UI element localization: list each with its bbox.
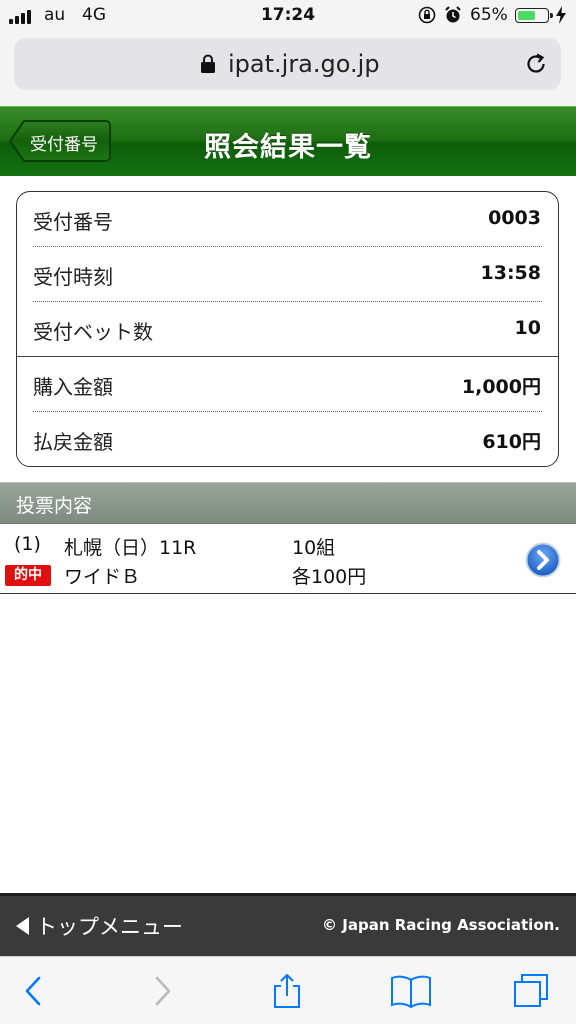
footer-bar: トップメニュー © Japan Racing Association.: [0, 893, 576, 956]
forward-icon[interactable]: [144, 973, 178, 1009]
url-text: ipat.jra.go.jp: [228, 50, 380, 78]
vote-combos: 10組: [292, 537, 336, 559]
bookmarks-icon[interactable]: [390, 973, 432, 1009]
section-title: 投票内容: [16, 495, 93, 517]
status-bar: au 4G 17:24 65%: [0, 0, 576, 32]
vote-list-item[interactable]: (1) 札幌（日）11R 10組 的中 ワイドＢ 各100円: [0, 524, 576, 594]
back-icon[interactable]: [18, 973, 52, 1009]
battery-icon: [515, 8, 553, 23]
summary-value: 610円: [482, 431, 541, 453]
summary-row-bet-count: 受付ベット数 10: [17, 302, 557, 357]
summary-row-receipt-number: 受付番号 0003: [17, 192, 557, 247]
browser-toolbar: [0, 956, 576, 1024]
vote-index: (1): [14, 533, 41, 555]
vote-bet-type: ワイドＢ: [64, 566, 141, 588]
page-header: 受付番号 照会結果一覧: [0, 106, 576, 176]
vote-section-header: 投票内容: [0, 482, 576, 524]
vote-stake: 各100円: [292, 566, 367, 588]
summary-value: 1,000円: [461, 376, 541, 398]
screen: au 4G 17:24 65% ipat.jra.go.jp 受付番号 照会結果…: [0, 0, 576, 1024]
alarm-icon: [445, 6, 461, 23]
charging-icon: [556, 6, 566, 24]
copyright-text: © Japan Racing Association.: [322, 916, 560, 934]
tabs-icon[interactable]: [512, 973, 550, 1009]
summary-row-receipt-time: 受付時刻 13:58: [17, 247, 557, 302]
summary-value: 0003: [488, 207, 541, 229]
page-title: 照会結果一覧: [204, 132, 372, 163]
lock-icon: [201, 54, 215, 73]
caret-left-icon: [16, 917, 29, 935]
summary-row-payout-amount: 払戻金額 610円: [17, 412, 557, 466]
reload-icon[interactable]: [524, 52, 548, 76]
summary-label: 受付時刻: [33, 265, 113, 289]
summary-label: 購入金額: [33, 375, 113, 399]
summary-value: 13:58: [480, 262, 541, 284]
chevron-right-icon[interactable]: [525, 542, 561, 578]
vote-race: 札幌（日）11R: [64, 537, 197, 559]
summary-value: 10: [514, 317, 541, 339]
summary-card: 受付番号 0003 受付時刻 13:58 受付ベット数 10 購入金額 1,00…: [16, 191, 559, 467]
top-menu-link[interactable]: トップメニュー: [36, 911, 183, 941]
hit-badge: 的中: [5, 565, 51, 586]
browser-address-area: ipat.jra.go.jp: [0, 32, 576, 106]
summary-label: 払戻金額: [33, 430, 113, 454]
share-icon[interactable]: [270, 973, 304, 1009]
address-bar[interactable]: ipat.jra.go.jp: [14, 38, 561, 90]
summary-label: 受付番号: [33, 210, 113, 234]
rotation-lock-icon: [418, 6, 436, 24]
summary-label: 受付ベット数: [33, 320, 153, 344]
battery-percent: 65%: [470, 5, 508, 25]
summary-row-purchase-amount: 購入金額 1,000円: [17, 357, 557, 412]
